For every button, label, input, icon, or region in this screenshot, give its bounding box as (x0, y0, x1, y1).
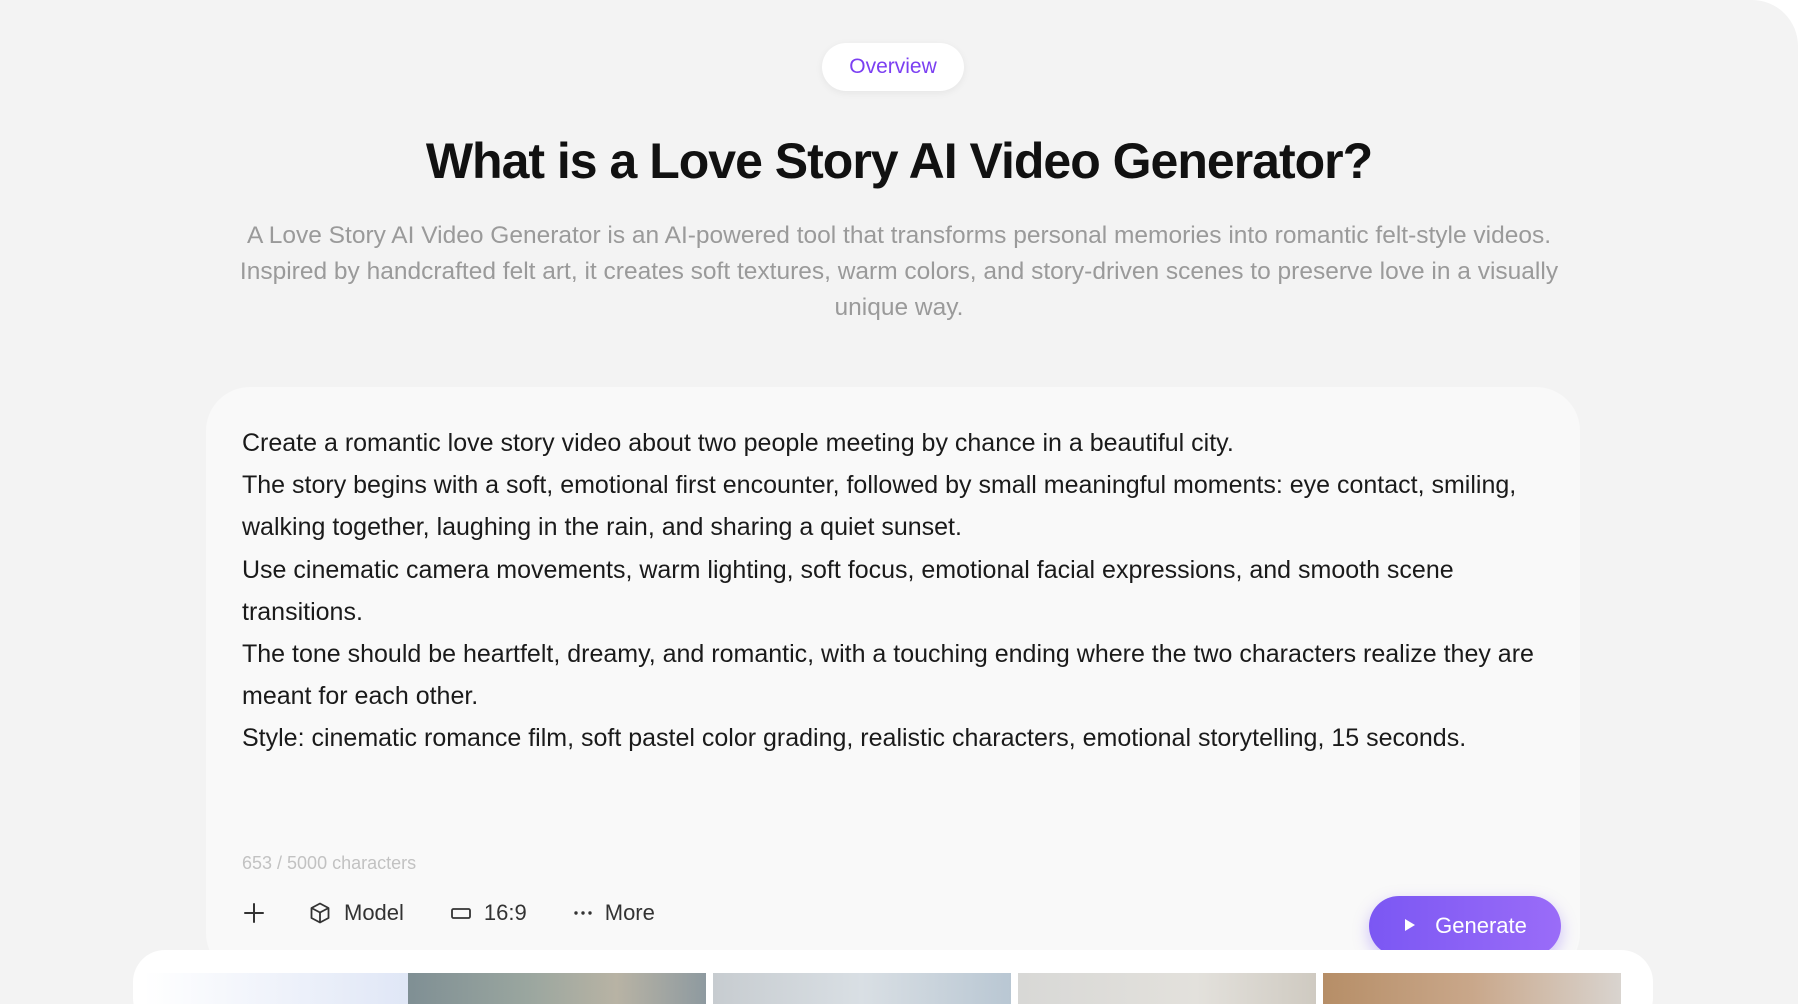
prompt-textarea[interactable]: Create a romantic love story video about… (242, 422, 1542, 760)
prompt-line: Style: cinematic romance film, soft past… (242, 724, 1467, 753)
prompt-line: The tone should be heartfelt, dreamy, an… (242, 640, 1534, 711)
add-button[interactable] (242, 901, 266, 925)
page-description: A Love Story AI Video Generator is an AI… (239, 222, 1559, 321)
aspect-ratio-icon (450, 901, 472, 925)
generate-label: Generate (1435, 913, 1527, 938)
gallery-thumbnail[interactable] (1323, 973, 1621, 1004)
character-count: 653 / 5000 characters (242, 853, 417, 873)
more-label: More (604, 900, 655, 925)
plus-icon (242, 901, 266, 925)
gallery-thumbnail[interactable] (408, 973, 706, 1004)
gallery-fade (144, 973, 414, 1004)
overview-badge-label: Overview (849, 55, 937, 78)
prompt-toolbar: Model 16:9 More (242, 893, 655, 933)
ellipsis-icon (573, 901, 593, 925)
overview-badge: Overview (822, 43, 964, 91)
gallery-thumbnail[interactable] (1018, 973, 1316, 1004)
prompt-line: The story begins with a soft, emotional … (242, 471, 1517, 542)
aspect-ratio-button[interactable]: 16:9 (450, 900, 527, 926)
prompt-card: Create a romantic love story video about… (206, 387, 1580, 977)
model-label: Model (344, 900, 404, 925)
more-button[interactable]: More (573, 900, 655, 926)
model-button[interactable]: Model (308, 900, 404, 926)
play-icon (1403, 913, 1417, 939)
page-background: Overview What is a Love Story AI Video G… (0, 0, 1798, 1004)
prompt-line: Create a romantic love story video about… (242, 429, 1234, 457)
aspect-ratio-label: 16:9 (483, 900, 527, 925)
generate-button[interactable]: Generate (1369, 896, 1561, 956)
gallery-thumbnail[interactable] (713, 973, 1011, 1004)
cube-icon (308, 901, 332, 925)
prompt-line: Use cinematic camera movements, warm lig… (242, 555, 1454, 626)
page-title: What is a Love Story AI Video Generator? (425, 133, 1373, 189)
